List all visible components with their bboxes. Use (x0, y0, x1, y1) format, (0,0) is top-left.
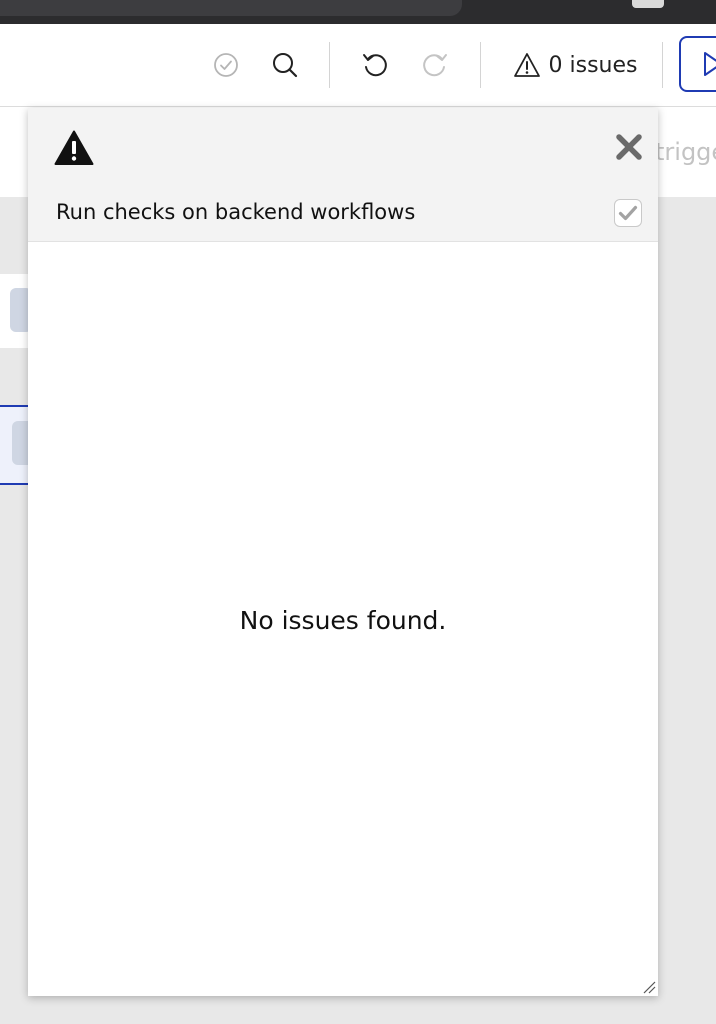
toolbar-divider (480, 42, 481, 88)
backend-checks-checkbox[interactable] (614, 199, 642, 227)
warning-icon (513, 53, 540, 77)
redo-icon (423, 54, 447, 77)
issues-panel-header: Run checks on backend workflows (28, 108, 658, 242)
undo-button[interactable] (354, 24, 396, 106)
trigger-label: trigge (655, 138, 716, 166)
browser-tab[interactable] (0, 0, 462, 16)
issues-button[interactable]: 0 issues (508, 24, 642, 106)
resize-handle-icon[interactable] (642, 980, 656, 994)
close-icon (616, 134, 642, 160)
close-button[interactable] (614, 132, 644, 162)
toolbar-divider (329, 42, 330, 88)
search-button[interactable] (264, 24, 306, 106)
browser-top-bar (0, 0, 716, 24)
play-icon (704, 52, 716, 76)
toolbar-divider (662, 42, 663, 88)
check-button[interactable] (206, 24, 246, 106)
browser-control[interactable] (632, 0, 664, 8)
checkmark-icon (618, 205, 638, 221)
empty-state-message: No issues found. (239, 606, 447, 635)
search-icon (273, 53, 298, 78)
backend-checks-label: Run checks on backend workflows (56, 200, 416, 224)
issues-panel: Run checks on backend workflows No issue… (28, 108, 658, 996)
undo-icon (363, 54, 387, 77)
run-button[interactable] (679, 36, 716, 92)
redo-button[interactable] (414, 24, 456, 106)
check-circle-icon (214, 53, 238, 77)
warning-icon (54, 130, 94, 165)
editor-toolbar: 0 issues (0, 24, 716, 107)
issues-count-label: 0 issues (548, 52, 638, 78)
